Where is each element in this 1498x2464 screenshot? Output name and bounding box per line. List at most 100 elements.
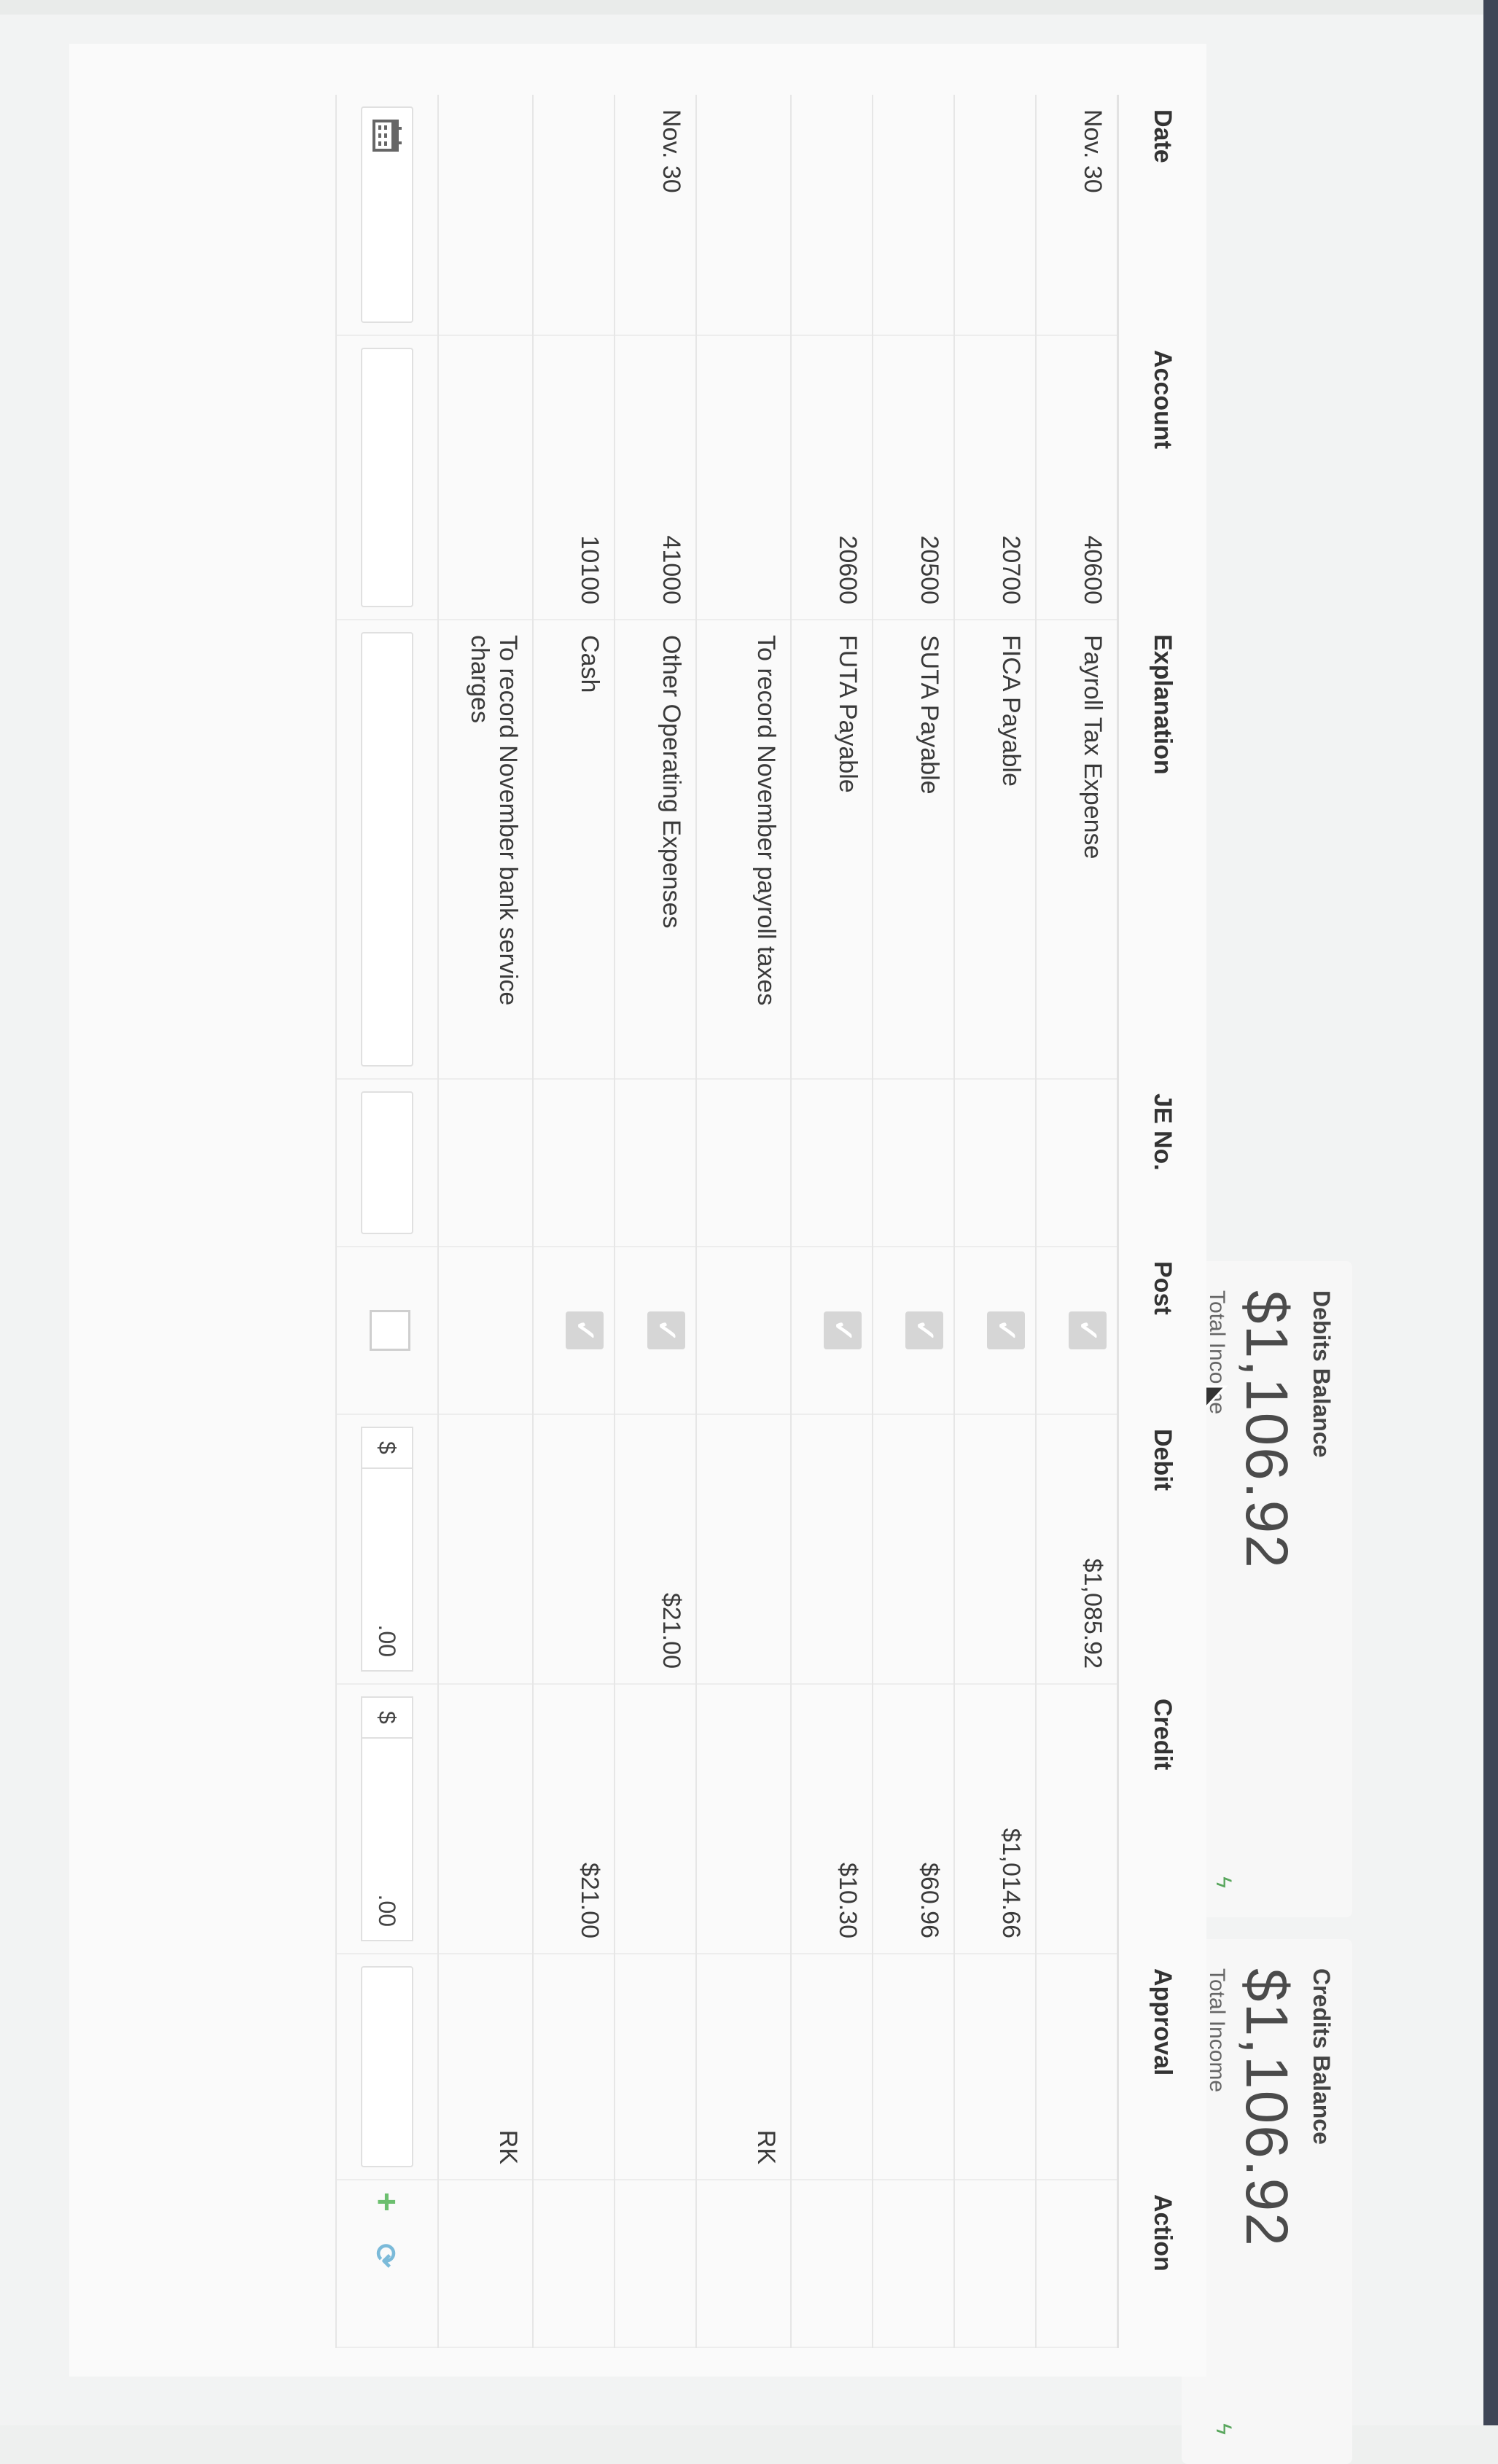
col-header-account: Account [1117, 335, 1206, 620]
debits-balance-card: Debits Balance $1,106.92 Total Income ϟ [1182, 1261, 1352, 1917]
table-row: 10100 Cash ✓ $21.00 [533, 95, 615, 2347]
check-icon[interactable]: ✓ [1069, 1311, 1107, 1349]
cell-credit [696, 1684, 791, 1954]
debit-currency: $ [362, 1428, 412, 1469]
account-input[interactable] [361, 348, 413, 607]
cell-approval [615, 1954, 696, 2180]
cell-credit-input: $ .00 [336, 1684, 438, 1954]
cell-post: ✓ [533, 1247, 615, 1414]
cell-explanation: FUTA Payable [791, 620, 873, 1079]
cell-je-no [533, 1079, 615, 1247]
cell-account: 20700 [954, 335, 1036, 620]
debit-input[interactable]: $ .00 [361, 1427, 413, 1672]
cell-explanation: To record November payroll taxes [696, 620, 791, 1079]
check-icon[interactable]: ✓ [987, 1311, 1025, 1349]
cell-date-input [336, 95, 438, 335]
cell-debit-input: $ .00 [336, 1414, 438, 1684]
cell-credit: $10.30 [791, 1684, 873, 1954]
app-screen: Debits Balance $1,106.92 Total Income ϟ … [0, 15, 1483, 2464]
cell-account [696, 335, 791, 620]
cell-approval: RK [696, 1954, 791, 2180]
table-header-row: Date Account Explanation JE No. Post Deb… [1117, 95, 1206, 2347]
cell-credit: $21.00 [533, 1684, 615, 1954]
cell-action [873, 2180, 954, 2347]
cell-je-no [873, 1079, 954, 1247]
col-header-explanation: Explanation [1117, 620, 1206, 1079]
bolt-icon: ϟ [1212, 2423, 1236, 2435]
credits-balance-card: Credits Balance $1,106.92 Total Income ϟ [1182, 1939, 1352, 2464]
cell-credit: $1,014.66 [954, 1684, 1036, 1954]
cell-debit [696, 1414, 791, 1684]
approval-input[interactable] [361, 1966, 413, 2167]
cell-date [791, 95, 873, 335]
cell-account: 20600 [791, 335, 873, 620]
explanation-input[interactable] [361, 632, 413, 1067]
cell-post: ✓ [791, 1247, 873, 1414]
cell-approval-input [336, 1954, 438, 2180]
cell-approval [533, 1954, 615, 2180]
cell-credit [438, 1684, 533, 1954]
cell-post: ✓ [1036, 1247, 1118, 1414]
je-no-input[interactable] [361, 1091, 413, 1234]
table-row: To record November payroll taxes RK [696, 95, 791, 2347]
cell-account [438, 335, 533, 620]
cell-explanation: Other Operating Expenses [615, 620, 696, 1079]
calendar-icon[interactable] [372, 120, 402, 152]
cell-debit [873, 1414, 954, 1684]
cell-je-no [696, 1079, 791, 1247]
cell-action-input: + ⟳ [336, 2180, 438, 2347]
col-header-debit: Debit [1117, 1414, 1206, 1684]
check-icon[interactable]: ✓ [824, 1311, 862, 1349]
col-header-je-no: JE No. [1117, 1079, 1206, 1247]
cell-debit: $1,085.92 [1036, 1414, 1118, 1684]
cell-explanation: Payroll Tax Expense [1036, 620, 1118, 1079]
check-icon[interactable]: ✓ [647, 1311, 685, 1349]
table-row: To record November bank service charges … [438, 95, 533, 2347]
cell-approval [1036, 1954, 1118, 2180]
cell-approval [873, 1954, 954, 2180]
credit-value: .00 [374, 1894, 401, 1927]
cell-credit [1036, 1684, 1118, 1954]
cell-action [438, 2180, 533, 2347]
col-header-credit: Credit [1117, 1684, 1206, 1954]
cell-approval [954, 1954, 1036, 2180]
new-entry-row: $ .00 $ .00 + ⟳ [336, 95, 438, 2347]
cell-explanation: FICA Payable [954, 620, 1036, 1079]
post-checkbox[interactable] [370, 1310, 411, 1351]
cell-account: 20500 [873, 335, 954, 620]
table-row: Nov. 30 40600 Payroll Tax Expense ✓ $1,0… [1036, 95, 1118, 2347]
cell-post: ✓ [873, 1247, 954, 1414]
credits-balance-amount: $1,106.92 [1233, 1968, 1300, 2247]
debits-balance-label: Debits Balance [1308, 1290, 1335, 1458]
debits-balance-sub: Total Income [1205, 1290, 1229, 1415]
rotated-stage: Debits Balance $1,106.92 Total Income ϟ … [0, 0, 1498, 2464]
credits-balance-label: Credits Balance [1308, 1968, 1335, 2145]
cell-credit [615, 1684, 696, 1954]
date-input[interactable] [361, 106, 413, 323]
cell-account-input [336, 335, 438, 620]
cell-je-no [791, 1079, 873, 1247]
cell-post [696, 1247, 791, 1414]
cell-action [615, 2180, 696, 2347]
cell-action [696, 2180, 791, 2347]
journal-panel: Date Account Explanation JE No. Post Deb… [69, 44, 1206, 2377]
cell-debit: $21.00 [615, 1414, 696, 1684]
col-header-date: Date [1117, 95, 1206, 335]
check-icon[interactable]: ✓ [566, 1311, 604, 1349]
cell-approval: RK [438, 1954, 533, 2180]
cell-action [954, 2180, 1036, 2347]
cell-action [791, 2180, 873, 2347]
cell-post: ✓ [954, 1247, 1036, 1414]
cell-je-no [1036, 1079, 1118, 1247]
check-icon[interactable]: ✓ [905, 1311, 943, 1349]
cell-explanation: Cash [533, 620, 615, 1079]
cell-je-no [954, 1079, 1036, 1247]
cell-action [1036, 2180, 1118, 2347]
credit-currency: $ [362, 1698, 412, 1739]
cell-je-no [615, 1079, 696, 1247]
table-row: 20500 SUTA Payable ✓ $60.96 [873, 95, 954, 2347]
plus-icon[interactable]: + [367, 2192, 407, 2212]
refresh-icon[interactable]: ⟳ [368, 2243, 402, 2268]
cell-explanation: To record November bank service charges [438, 620, 533, 1079]
credit-input[interactable]: $ .00 [361, 1696, 413, 1941]
